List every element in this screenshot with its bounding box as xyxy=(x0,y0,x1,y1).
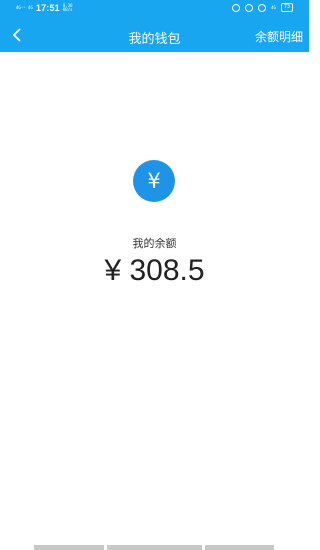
battery-icon: 73 xyxy=(280,3,293,12)
status-time: 17:51 xyxy=(35,3,60,13)
balance-label: 我的余额 xyxy=(132,237,177,250)
header: 4G⁺⁺ 4G 17:51 0.30 KB/s 4G 73 我的钱包 余额明细 xyxy=(0,0,309,52)
network-indicator: 4G⁺⁺ 4G xyxy=(16,5,33,10)
status-left: 4G⁺⁺ 4G 17:51 0.30 KB/s xyxy=(16,3,73,13)
network-speed: 0.30 KB/s xyxy=(63,4,73,12)
top-nav: 我的钱包 余额明细 xyxy=(0,19,309,52)
network-speed-unit: KB/s xyxy=(62,7,73,12)
mute-icon xyxy=(258,3,267,12)
status-bar: 4G⁺⁺ 4G 17:51 0.30 KB/s 4G 73 xyxy=(0,0,309,19)
signal-label: 4G xyxy=(271,4,276,10)
bottom-tab-2[interactable] xyxy=(107,545,202,550)
yuan-icon: ¥ xyxy=(133,160,175,202)
balance-amount: ¥ 308.5 xyxy=(104,254,205,287)
alarm-icon xyxy=(245,3,254,12)
status-right: 4G 73 xyxy=(232,3,293,12)
location-icon xyxy=(232,3,241,12)
balance-details-link[interactable]: 余额明细 xyxy=(255,28,303,45)
bottom-tab-3[interactable] xyxy=(205,545,274,550)
bottom-tab-1[interactable] xyxy=(34,545,104,550)
bottom-bar xyxy=(34,545,274,550)
